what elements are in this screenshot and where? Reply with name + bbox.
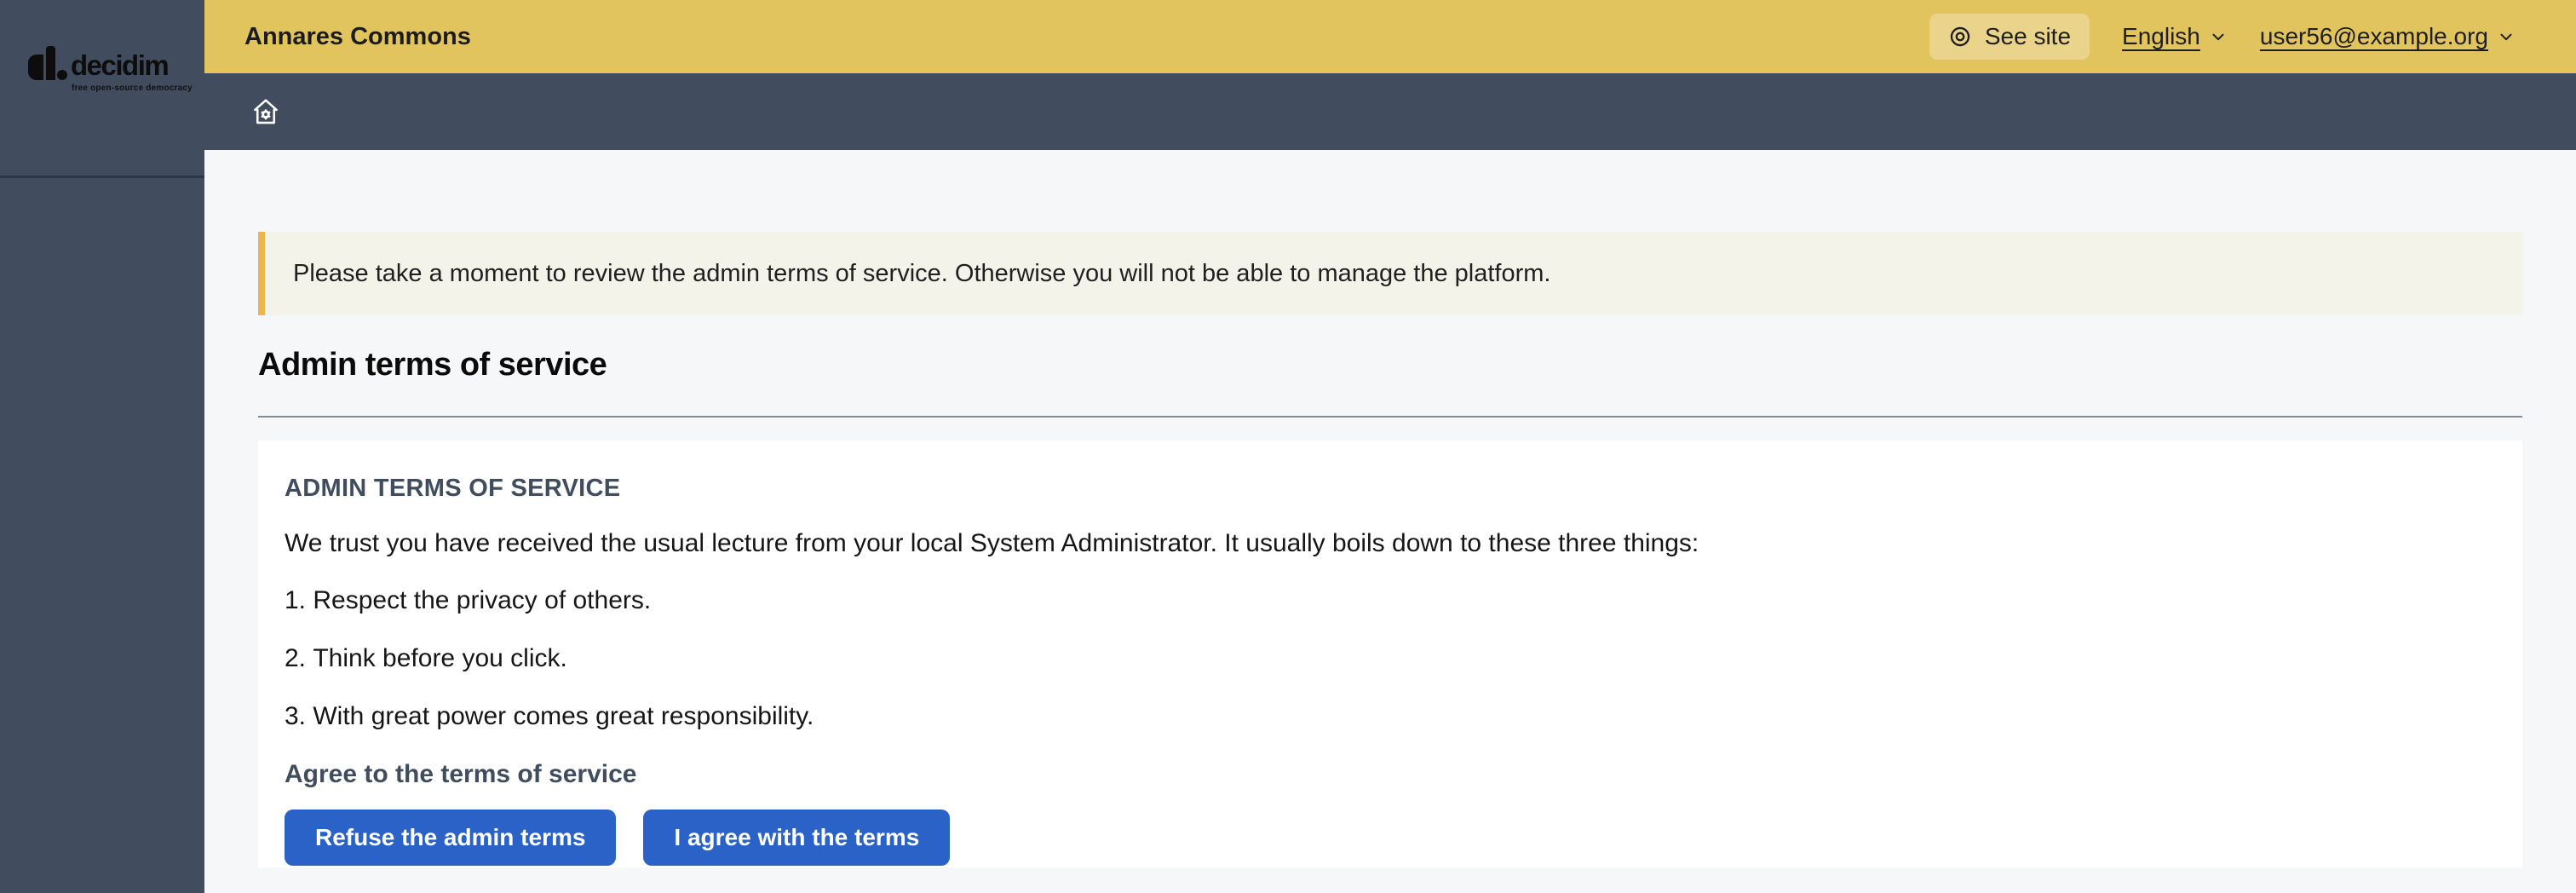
chevron-down-icon: [2209, 27, 2228, 46]
terms-card: ADMIN TERMS OF SERVICE We trust you have…: [258, 441, 2522, 867]
admin-topbar: Annares Commons See site English user56@…: [204, 0, 2576, 73]
terms-warning-text: Please take a moment to review the admin…: [265, 260, 1550, 288]
user-email: user56@example.org: [2260, 23, 2488, 50]
page-title: Admin terms of service: [258, 347, 2522, 383]
terms-list: Respect the privacy of others. Think bef…: [285, 586, 2488, 731]
terms-warning-callout: Please take a moment to review the admin…: [258, 232, 2522, 315]
decidim-logo-mark: [46, 46, 55, 80]
see-site-label: See site: [1985, 23, 2071, 50]
home-gear-icon: [250, 96, 281, 127]
refuse-terms-button[interactable]: Refuse the admin terms: [285, 809, 616, 866]
decidim-logo[interactable]: decidim free open-source democracy: [28, 45, 181, 95]
title-divider: [258, 416, 2522, 418]
decidim-logo-tagline: free open-source democracy: [72, 84, 193, 93]
decidim-logo-wordmark: decidim: [71, 51, 168, 79]
decidim-logo-dot: [57, 70, 67, 80]
terms-list-item: Respect the privacy of others.: [285, 586, 2488, 615]
terms-intro-text: We trust you have received the usual lec…: [285, 529, 2488, 558]
eye-icon: [1948, 25, 1972, 49]
agree-terms-button[interactable]: I agree with the terms: [643, 809, 950, 866]
topbar-actions: See site English user56@example.org: [1929, 14, 2516, 60]
language-label: English: [2122, 23, 2200, 50]
see-site-button[interactable]: See site: [1929, 14, 2090, 60]
terms-card-heading: ADMIN TERMS OF SERVICE: [285, 475, 2488, 503]
user-menu-dropdown[interactable]: user56@example.org: [2260, 23, 2516, 50]
agree-section-heading: Agree to the terms of service: [285, 760, 2488, 789]
terms-list-item: With great power comes great responsibil…: [285, 702, 2488, 731]
chevron-down-icon: [2497, 27, 2516, 46]
home-nav-button[interactable]: [250, 96, 281, 127]
language-dropdown[interactable]: English: [2122, 23, 2228, 50]
sidebar-divider: [0, 176, 204, 178]
admin-secondary-nav: [204, 73, 2576, 150]
main-content: Please take a moment to review the admin…: [204, 150, 2576, 893]
admin-sidebar: decidim free open-source democracy: [0, 0, 204, 893]
terms-list-item: Think before you click.: [285, 644, 2488, 673]
organization-title: Annares Commons: [244, 23, 471, 51]
terms-button-row: Refuse the admin terms I agree with the …: [285, 809, 2488, 866]
decidim-logo-mark: [28, 55, 43, 80]
